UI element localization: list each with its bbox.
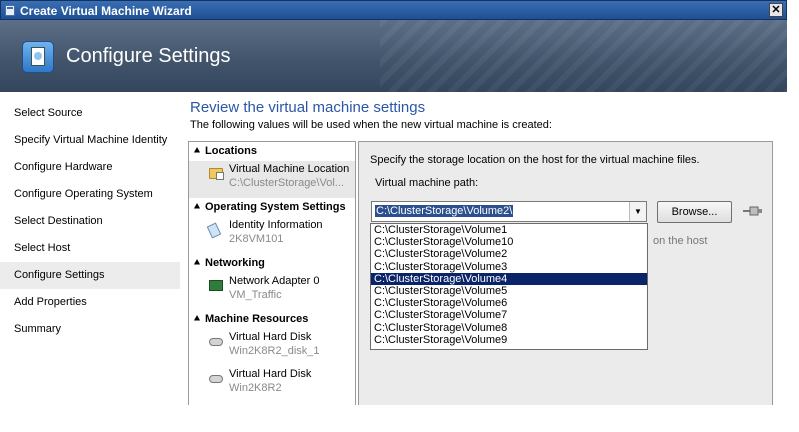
step-summary[interactable]: Summary bbox=[0, 316, 180, 343]
collapse-icon[interactable]: ⯅ bbox=[193, 142, 205, 161]
details-instruction: Specify the storage location on the host… bbox=[370, 154, 700, 166]
vm-path-label: Virtual machine path: bbox=[375, 177, 479, 189]
section-header-locations[interactable]: ⯅ Locations bbox=[189, 142, 355, 161]
collapse-icon[interactable]: ⯅ bbox=[193, 310, 205, 329]
dropdown-option[interactable]: C:\ClusterStorage\Volume8 bbox=[371, 322, 647, 334]
dropdown-option[interactable]: C:\ClusterStorage\Volume7 bbox=[371, 309, 647, 321]
window-title: Create Virtual Machine Wizard bbox=[20, 4, 192, 18]
step-select-source[interactable]: Select Source bbox=[0, 100, 180, 127]
title-bar: Create Virtual Machine Wizard ✕ bbox=[0, 0, 787, 20]
step-configure-settings[interactable]: Configure Settings bbox=[0, 262, 180, 289]
step-select-host[interactable]: Select Host bbox=[0, 235, 180, 262]
dropdown-option-highlighted[interactable]: C:\ClusterStorage\Volume4 bbox=[371, 272, 647, 285]
collapse-icon[interactable]: ⯅ bbox=[193, 198, 205, 217]
collapse-icon[interactable]: ⯅ bbox=[193, 254, 205, 273]
dropdown-option[interactable]: C:\ClusterStorage\Volume3 bbox=[371, 261, 647, 273]
configure-settings-icon bbox=[22, 41, 54, 73]
step-configure-hardware[interactable]: Configure Hardware bbox=[0, 154, 180, 181]
setting-item-hard-disk-2[interactable]: Virtual Hard Disk Win2K8R2 bbox=[189, 366, 355, 403]
folder-icon bbox=[209, 168, 224, 180]
banner-decoration bbox=[380, 20, 787, 92]
page-title: Configure Settings bbox=[66, 45, 231, 67]
section-heading: Review the virtual machine settings bbox=[190, 99, 426, 116]
window-icon bbox=[5, 5, 15, 16]
section-header-machine-resources[interactable]: ⯅ Machine Resources bbox=[189, 310, 355, 329]
dropdown-option[interactable]: C:\ClusterStorage\Volume6 bbox=[371, 297, 647, 309]
step-add-properties[interactable]: Add Properties bbox=[0, 289, 180, 316]
network-adapter-icon bbox=[209, 280, 223, 291]
hard-disk-icon bbox=[209, 375, 223, 383]
wizard-steps: Select Source Specify Virtual Machine Id… bbox=[0, 100, 180, 343]
pin-icon[interactable] bbox=[743, 206, 763, 216]
dropdown-option[interactable]: C:\ClusterStorage\Volume2 bbox=[371, 248, 647, 260]
step-specify-identity[interactable]: Specify Virtual Machine Identity bbox=[0, 127, 180, 154]
settings-summary-list: ⯅ Locations Virtual Machine Location C:\C… bbox=[188, 141, 356, 405]
dropdown-option[interactable]: C:\ClusterStorage\Volume1 bbox=[371, 224, 647, 236]
vm-path-dropdown-list[interactable]: C:\ClusterStorage\Volume1 C:\ClusterStor… bbox=[370, 223, 648, 350]
setting-item-hard-disk-1[interactable]: Virtual Hard Disk Win2K8R2_disk_1 bbox=[189, 329, 355, 366]
dropdown-option[interactable]: C:\ClusterStorage\Volume10 bbox=[371, 236, 647, 248]
browse-button[interactable]: Browse... bbox=[657, 201, 732, 223]
step-configure-os[interactable]: Configure Operating System bbox=[0, 181, 180, 208]
path-hint-text: on the host bbox=[653, 235, 708, 247]
step-select-destination[interactable]: Select Destination bbox=[0, 208, 180, 235]
dropdown-option[interactable]: C:\ClusterStorage\Volume5 bbox=[371, 285, 647, 297]
setting-item-vm-location[interactable]: Virtual Machine Location C:\ClusterStora… bbox=[189, 161, 355, 198]
section-header-os-settings[interactable]: ⯅ Operating System Settings bbox=[189, 198, 355, 217]
dropdown-option[interactable]: C:\ClusterStorage\Volume9 bbox=[371, 334, 647, 346]
setting-item-identity[interactable]: Identity Information 2K8VM101 bbox=[189, 217, 355, 254]
identity-icon bbox=[206, 222, 222, 239]
section-subheading: The following values will be used when t… bbox=[190, 119, 552, 131]
header-banner: Configure Settings bbox=[0, 20, 787, 92]
vm-path-combobox[interactable]: C:\ClusterStorage\Volume2\ ▼ bbox=[371, 201, 647, 222]
section-header-networking[interactable]: ⯅ Networking bbox=[189, 254, 355, 273]
setting-item-network-adapter[interactable]: Network Adapter 0 VM_Traffic bbox=[189, 273, 355, 310]
hard-disk-icon bbox=[209, 338, 223, 346]
dropdown-arrow-icon[interactable]: ▼ bbox=[629, 202, 646, 221]
close-button[interactable]: ✕ bbox=[769, 3, 783, 17]
vm-path-value[interactable]: C:\ClusterStorage\Volume2\ bbox=[375, 205, 514, 217]
